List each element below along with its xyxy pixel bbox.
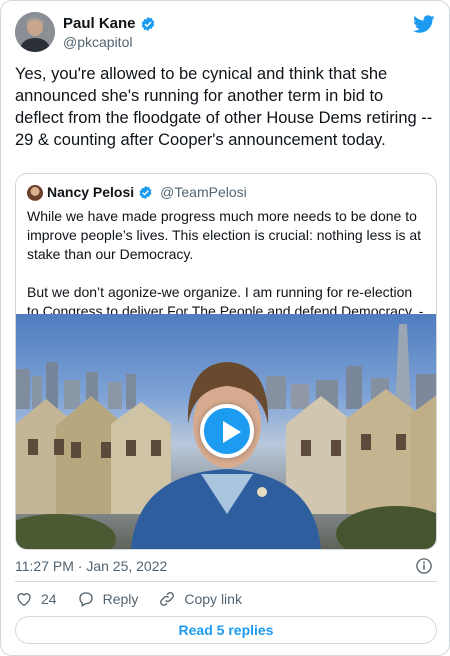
quoted-handle[interactable]: @TeamPelosi <box>160 184 247 200</box>
play-icon[interactable] <box>200 404 254 458</box>
quoted-tweet[interactable]: Nancy Pelosi @TeamPelosi While we have m… <box>15 173 437 550</box>
action-bar: 24 Reply Copy link <box>15 590 262 608</box>
copy-link-button[interactable]: Copy link <box>158 590 242 608</box>
author-avatar[interactable] <box>15 12 55 52</box>
quoted-name[interactable]: Nancy Pelosi <box>47 184 134 200</box>
reply-icon <box>78 592 93 607</box>
author-handle[interactable]: @pkcapitol <box>63 34 132 50</box>
tweet-card: Paul Kane @pkcapitol Yes, you're allowed… <box>0 0 450 656</box>
twitter-bird-icon[interactable] <box>413 13 435 35</box>
link-icon <box>160 592 175 606</box>
heart-icon <box>17 593 31 607</box>
video-thumbnail[interactable] <box>16 314 436 549</box>
tweet-timestamp[interactable]: 11:27 PM · Jan 25, 2022 <box>15 558 167 574</box>
like-count: 24 <box>41 591 57 607</box>
verified-badge-icon <box>139 185 152 199</box>
reply-button[interactable]: Reply <box>77 590 139 608</box>
verified-badge-icon <box>141 16 154 31</box>
reply-label: Reply <box>102 591 139 607</box>
read-replies-button[interactable]: Read 5 replies <box>15 616 437 644</box>
quoted-name-row: Nancy Pelosi @TeamPelosi <box>47 184 247 200</box>
divider <box>15 581 437 582</box>
quoted-avatar[interactable] <box>27 185 43 201</box>
copy-link-label: Copy link <box>184 591 242 607</box>
like-button[interactable]: 24 <box>15 590 57 608</box>
info-icon[interactable] <box>415 557 433 575</box>
tweet-text: Yes, you're allowed to be cynical and th… <box>15 65 433 149</box>
author-name[interactable]: Paul Kane <box>63 15 136 32</box>
author-name-row[interactable]: Paul Kane <box>63 15 156 32</box>
